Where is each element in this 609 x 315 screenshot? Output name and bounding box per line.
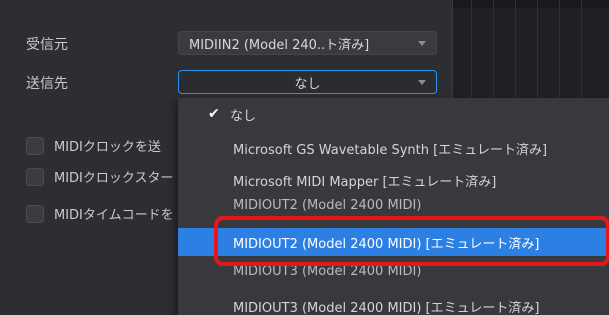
- menu-item-midi-mapper[interactable]: Microsoft MIDI Mapper [エミュレート済み]: [178, 166, 609, 194]
- midi-timecode-checkbox[interactable]: [26, 204, 44, 223]
- checkbox-row-midi-clock-start[interactable]: MIDIクロックスター: [26, 167, 174, 186]
- menu-item-midiout2[interactable]: MIDIOUT2 (Model 2400 MIDI): [178, 195, 609, 215]
- checkbox-label: MIDIクロックを送: [54, 140, 161, 155]
- checkbox-label: MIDIタイムコードを: [54, 208, 174, 223]
- checkmark-icon: ✔: [208, 106, 220, 122]
- menu-item-label: MIDIOUT2 (Model 2400 MIDI): [233, 197, 422, 213]
- menu-item-label: MIDIOUT2 (Model 2400 MIDI) [エミュレート済み]: [233, 236, 540, 252]
- chevron-down-icon: [418, 41, 426, 46]
- midi-clock-start-checkbox[interactable]: [26, 167, 44, 186]
- menu-item-midiout3[interactable]: MIDIOUT3 (Model 2400 MIDI): [178, 261, 609, 281]
- menu-item-label: MIDIOUT3 (Model 2400 MIDI) [エミュレート済み]: [233, 300, 540, 315]
- menu-item-label: Microsoft MIDI Mapper [エミュレート済み]: [233, 174, 497, 190]
- source-port-value: MIDIIN2 (Model 240..ト済み]: [189, 37, 370, 53]
- source-port-dropdown[interactable]: MIDIIN2 (Model 240..ト済み]: [178, 31, 437, 55]
- menu-item-none[interactable]: ✔ なし: [178, 100, 609, 128]
- menu-item-label: なし: [230, 108, 257, 124]
- menu-item-gs-wavetable-synth[interactable]: Microsoft GS Wavetable Synth [エミュレート済み]: [178, 134, 609, 162]
- checkbox-row-midi-timecode[interactable]: MIDIタイムコードを: [26, 204, 174, 223]
- destination-port-dropdown[interactable]: なし: [178, 70, 437, 94]
- destination-dropdown-menu: ✔ なし Microsoft GS Wavetable Synth [エミュレー…: [178, 98, 609, 315]
- midi-clock-send-checkbox[interactable]: [26, 136, 44, 155]
- menu-item-midiout2-emulated[interactable]: MIDIOUT2 (Model 2400 MIDI) [エミュレート済み]: [178, 228, 609, 256]
- send-to-label: 送信先: [26, 76, 68, 92]
- menu-item-label: MIDIOUT3 (Model 2400 MIDI): [233, 263, 422, 279]
- menu-item-midiout3-emulated[interactable]: MIDIOUT3 (Model 2400 MIDI) [エミュレート済み]: [178, 292, 609, 315]
- receive-from-label: 受信元: [26, 37, 68, 53]
- destination-port-value: なし: [294, 76, 321, 92]
- checkbox-label: MIDIクロックスター: [54, 171, 174, 186]
- menu-item-label: Microsoft GS Wavetable Synth [エミュレート済み]: [233, 142, 548, 158]
- chevron-down-icon: [418, 80, 426, 85]
- checkbox-row-midi-clock-send[interactable]: MIDIクロックを送: [26, 136, 161, 155]
